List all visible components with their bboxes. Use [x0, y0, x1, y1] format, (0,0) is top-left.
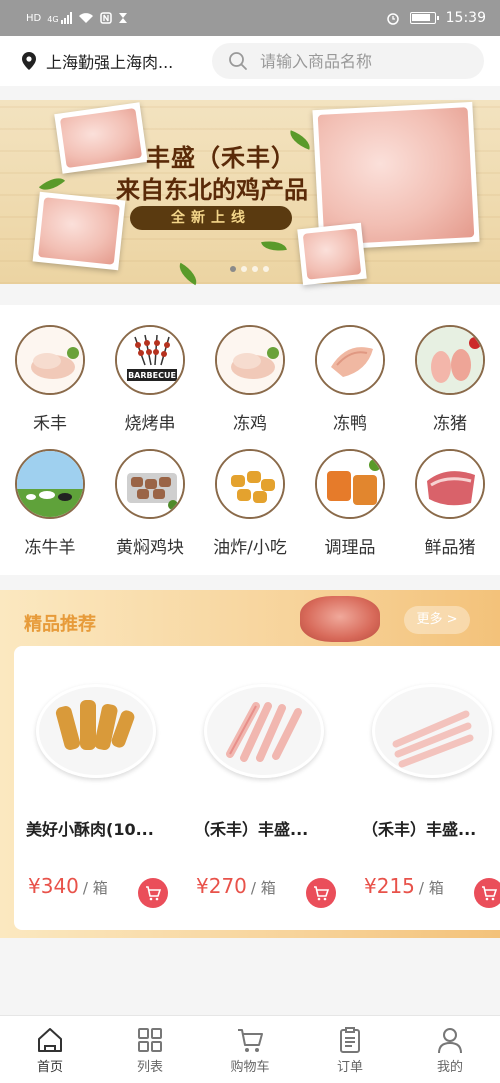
search-icon	[229, 52, 247, 70]
cart-icon	[482, 886, 497, 901]
category-item[interactable]: BARBECUE 烧烤串	[100, 325, 200, 434]
status-right: 15:39	[386, 10, 486, 26]
hourglass-icon	[118, 13, 127, 23]
product-card[interactable]: （禾丰）丰盛... ¥215/ 箱	[350, 646, 500, 930]
status-bar: HD 4G 15:39	[0, 0, 500, 36]
category-item[interactable]: 黄焖鸡块	[100, 449, 200, 558]
cart-icon	[314, 886, 329, 901]
wifi-icon	[78, 13, 93, 23]
price-unit: / 箱	[82, 879, 108, 897]
price-value: ¥340	[28, 874, 79, 898]
search-input[interactable]	[260, 51, 460, 71]
cattle-icon	[15, 449, 85, 519]
product-carousel[interactable]: 美好小酥肉(10... ¥340/ 箱 （禾丰）丰盛... ¥270/ 箱 （禾…	[14, 646, 500, 930]
product-name: （禾丰）丰盛...	[362, 820, 477, 839]
category-item[interactable]: 鲜品猪	[400, 449, 500, 558]
nav-list[interactable]: 列表	[100, 1016, 200, 1083]
category-label: 黄焖鸡块	[116, 538, 184, 558]
nav-profile[interactable]: 我的	[400, 1016, 500, 1083]
price-unit: / 箱	[250, 879, 276, 897]
nav-label: 购物车	[230, 1060, 270, 1075]
pork-trotter-icon	[415, 325, 485, 395]
barbecue-icon: BARBECUE	[115, 325, 185, 395]
add-to-cart-button[interactable]	[138, 878, 168, 908]
price-unit: / 箱	[418, 879, 444, 897]
svg-text:BARBECUE: BARBECUE	[128, 371, 176, 380]
location-pin-icon	[22, 52, 36, 70]
category-label: 冻鸡	[233, 414, 267, 434]
recommend-section: 精品推荐 更多 > 美好小酥肉(10... ¥340/ 箱 （禾丰）丰盛... …	[0, 590, 500, 938]
4g-signal-icon: 4G	[47, 12, 72, 24]
hd-icon: HD	[26, 12, 42, 24]
location-label: 上海勤强上海肉...	[46, 53, 174, 72]
chicken-leg-icon	[215, 325, 285, 395]
nav-cart[interactable]: 购物车	[200, 1016, 300, 1083]
product-name: （禾丰）丰盛...	[194, 820, 309, 839]
category-label: 冻牛羊	[24, 538, 76, 558]
product-image	[36, 684, 156, 778]
more-button[interactable]: 更多 >	[404, 606, 470, 634]
product-image	[204, 684, 324, 778]
category-item[interactable]: 冻鸭	[300, 325, 400, 434]
product-price: ¥270/ 箱	[196, 874, 276, 898]
price-value: ¥215	[364, 874, 415, 898]
clock: 15:39	[445, 10, 486, 26]
braised-chicken-icon	[115, 449, 185, 519]
alarm-icon	[386, 13, 399, 25]
network-type-label: 4G	[47, 15, 59, 24]
grid-icon	[138, 1028, 162, 1052]
add-to-cart-button[interactable]	[306, 878, 336, 908]
product-image	[372, 684, 492, 778]
duck-icon	[315, 325, 385, 395]
category-label: 冻鸭	[333, 414, 367, 434]
steak-decoration	[300, 596, 380, 642]
nav-label: 订单	[336, 1060, 363, 1075]
product-card[interactable]: （禾丰）丰盛... ¥270/ 箱	[182, 646, 348, 930]
price-value: ¥270	[196, 874, 247, 898]
category-label: 烧烤串	[124, 414, 176, 434]
fresh-pork-icon	[415, 449, 485, 519]
category-grid: 禾丰 BARBECUE 烧烤串 冻鸡 冻鸭 冻猪 冻牛羊 黄焖鸡块 油炸/小吃 …	[0, 305, 500, 575]
category-label: 油炸/小吃	[213, 538, 287, 558]
nav-orders[interactable]: 订单	[300, 1016, 400, 1083]
cart-icon	[238, 1029, 263, 1052]
category-item[interactable]: 冻牛羊	[0, 449, 100, 558]
promo-banner[interactable]	[0, 100, 500, 284]
category-item[interactable]: 冻猪	[400, 325, 500, 434]
add-to-cart-button[interactable]	[474, 878, 500, 908]
nav-label: 我的	[436, 1060, 463, 1075]
chicken-leg-icon	[15, 325, 85, 395]
category-label: 鲜品猪	[424, 538, 476, 558]
nav-home[interactable]: 首页	[0, 1016, 100, 1083]
location-selector[interactable]: 上海勤强上海肉...	[22, 49, 192, 73]
category-item[interactable]: 调理品	[300, 449, 400, 558]
category-label: 禾丰	[33, 414, 67, 434]
prepared-meat-icon	[315, 449, 385, 519]
product-price: ¥340/ 箱	[28, 874, 108, 898]
order-icon	[340, 1027, 360, 1053]
bottom-nav: 首页 列表 购物车 订单 我的	[0, 1015, 500, 1083]
product-price: ¥215/ 箱	[364, 874, 444, 898]
user-icon	[438, 1028, 462, 1054]
recommend-title: 精品推荐	[24, 614, 96, 635]
header: 上海勤强上海肉...	[0, 36, 500, 86]
battery-icon	[409, 12, 439, 24]
search-box[interactable]	[212, 43, 484, 79]
category-label: 冻猪	[433, 414, 467, 434]
category-item[interactable]: 油炸/小吃	[200, 449, 300, 558]
nfc-icon	[99, 12, 112, 24]
category-item[interactable]: 禾丰	[0, 325, 100, 434]
product-name: 美好小酥肉(10...	[26, 820, 154, 839]
category-label: 调理品	[324, 538, 376, 558]
status-left: HD 4G	[26, 12, 128, 24]
nav-label: 列表	[136, 1060, 163, 1075]
category-item[interactable]: 冻鸡	[200, 325, 300, 434]
product-card[interactable]: 美好小酥肉(10... ¥340/ 箱	[14, 646, 180, 930]
nav-label: 首页	[36, 1060, 63, 1075]
home-icon	[38, 1028, 62, 1052]
cart-icon	[146, 886, 161, 901]
nugget-icon	[215, 449, 285, 519]
